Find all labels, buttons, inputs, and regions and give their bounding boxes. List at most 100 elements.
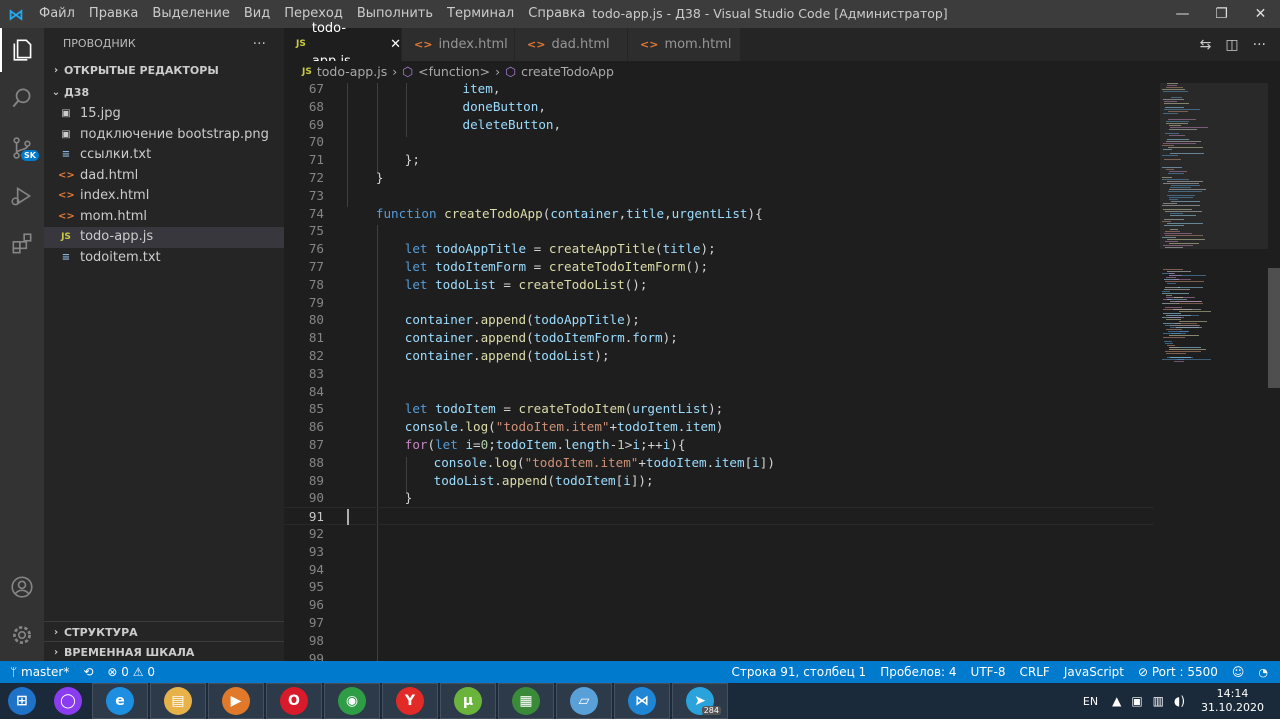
code-line: 88 console.log("todoItem.item"+todoItem.i… — [284, 454, 1154, 472]
line-ending[interactable]: CRLF — [1020, 665, 1050, 679]
html-file-icon: <> — [58, 190, 75, 201]
file-item[interactable]: ≡ todoitem.txt — [44, 248, 284, 269]
taskbar-utorrent[interactable]: µ — [440, 683, 496, 719]
cursor-position[interactable]: Строка 91, столбец 1 — [732, 665, 867, 679]
volume-icon[interactable]: ◖) — [1174, 694, 1185, 708]
taskbar-internet-explorer[interactable]: e — [92, 683, 148, 719]
taskbar-alice[interactable]: ◯ — [46, 683, 90, 719]
file-item[interactable]: ▣ подключение bootstrap.png — [44, 125, 284, 146]
js-file-icon: JS — [61, 232, 71, 242]
taskbar-file-explorer[interactable]: ▤ — [150, 683, 206, 719]
taskbar-vscode[interactable]: ⋈ — [614, 683, 670, 719]
taskbar-media-player[interactable]: ▶ — [208, 683, 264, 719]
start-icon: ⊞ — [8, 687, 36, 715]
clock[interactable]: 14:14 31.10.2020 — [1201, 687, 1264, 715]
folder-section[interactable]: ⌄ Д38 — [44, 82, 284, 104]
code-token: title — [662, 241, 701, 257]
code-token: } — [375, 170, 384, 185]
breadcrumb-file[interactable]: todo-app.js — [317, 61, 387, 83]
editor-actions: ⇆ ◫ ··· — [1200, 28, 1266, 61]
menu-item[interactable]: Выделение — [145, 0, 236, 28]
code-token: i — [623, 472, 631, 488]
code-token: log — [465, 419, 489, 435]
tab-todo-app-js[interactable]: JStodo-app.js✕ — [284, 21, 402, 69]
js-file-icon: JS — [302, 67, 312, 77]
file-item[interactable]: JS todo-app.js — [44, 227, 284, 248]
close-window-button[interactable]: ✕ — [1241, 0, 1280, 28]
network-icon[interactable]: ▥ — [1153, 694, 1164, 708]
line-number: 80 — [308, 312, 324, 328]
menu-item[interactable]: Файл — [32, 0, 82, 28]
file-item[interactable]: <> dad.html — [44, 166, 284, 187]
taskbar-opera[interactable]: O — [266, 683, 322, 719]
taskbar-notepad[interactable]: ▱ — [556, 683, 612, 719]
editor-tabs: JStodo-app.js✕ <> index.html <> dad.html <> mo… — [284, 21, 1280, 69]
tab-index-html[interactable]: <> index.html — [402, 28, 515, 61]
taskbar-start[interactable]: ⊞ — [0, 683, 44, 719]
code-token: append — [501, 472, 548, 488]
file-item[interactable]: ≡ ссылки.txt — [44, 145, 284, 166]
menu-item[interactable]: Вид — [237, 0, 277, 28]
code-token: item — [714, 454, 745, 470]
explorer-sidebar: ПРОВОДНИК ··· › ОТКРЫТЫЕ РЕДАКТОРЫ ⌄ Д38… — [44, 28, 284, 661]
breadcrumb-function[interactable]: <function> — [418, 61, 490, 83]
minimap-viewport[interactable] — [1160, 83, 1268, 249]
open-editors-section[interactable]: › ОТКРЫТЫЕ РЕДАКТОРЫ — [44, 60, 284, 82]
tab-mom-html[interactable]: <> mom.html — [628, 28, 741, 61]
scrollbar-thumb[interactable] — [1268, 268, 1280, 388]
status-bar: ᛘ master* ⟲ ⊗ 0 ⚠ 0 Строка 91, столбец 1… — [0, 661, 1280, 683]
source-control-icon[interactable]: SK — [0, 126, 44, 170]
extensions-icon[interactable] — [0, 222, 44, 266]
code-token: i — [752, 454, 760, 470]
branch-indicator[interactable]: ᛘ master* — [10, 665, 69, 679]
file-item[interactable]: <> mom.html — [44, 207, 284, 228]
action-center-icon[interactable]: ▣ — [1131, 694, 1142, 708]
show-hidden-icons-icon[interactable]: ▲ — [1112, 694, 1121, 708]
notifications-bell-icon[interactable]: ◔ — [1258, 666, 1268, 679]
more-actions-button[interactable]: ··· — [253, 28, 266, 60]
feedback-icon[interactable]: ☺ — [1232, 665, 1245, 679]
sync-icon[interactable]: ⟲ — [83, 665, 93, 679]
minimap[interactable] — [1160, 83, 1268, 661]
tab-dad-html[interactable]: <> dad.html — [515, 28, 628, 61]
code-editor[interactable]: 67 item, 68 doneButton, 69 deleteButton, 70 71}… — [284, 83, 1280, 661]
taskbar-task-manager[interactable]: ▦ — [498, 683, 554, 719]
minimap-line — [1170, 347, 1179, 349]
open-changes-icon[interactable]: ⇆ — [1200, 37, 1212, 53]
line-number: 76 — [308, 241, 324, 257]
restore-button[interactable]: ❐ — [1202, 0, 1241, 28]
manage-gear-icon[interactable] — [0, 613, 44, 657]
more-editor-actions-button[interactable]: ··· — [1253, 37, 1266, 53]
file-item[interactable]: <> index.html — [44, 186, 284, 207]
language-mode[interactable]: JavaScript — [1064, 665, 1124, 679]
account-icon[interactable] — [0, 565, 44, 609]
menu-item[interactable]: Правка — [82, 0, 145, 28]
taskbar-yandex[interactable]: Y — [382, 683, 438, 719]
minimize-button[interactable]: — — [1163, 0, 1202, 28]
tab-label: index.html — [438, 37, 508, 52]
files-icon[interactable] — [0, 28, 44, 72]
line-number: 97 — [308, 615, 324, 630]
file-name: mom.html — [80, 208, 148, 224]
split-editor-icon[interactable]: ◫ — [1225, 37, 1238, 53]
activity-bar: SK — [0, 28, 44, 661]
search-icon[interactable] — [0, 76, 44, 120]
code-token: todoItem — [435, 401, 496, 417]
taskbar-telegram[interactable]: ➤ 284 — [672, 683, 728, 719]
problems-indicator[interactable]: ⊗ 0 ⚠ 0 — [107, 665, 155, 679]
txt-file-icon: ≡ — [61, 251, 71, 263]
code-token: console — [404, 419, 458, 435]
taskbar-chrome[interactable]: ◉ — [324, 683, 380, 719]
file-item[interactable]: ▣ 15.jpg — [44, 104, 284, 125]
input-language[interactable]: EN — [1083, 695, 1098, 708]
code-token: (); — [685, 259, 709, 274]
live-server-port[interactable]: ⊘ Port : 5500 — [1138, 665, 1218, 679]
run-debug-icon[interactable] — [0, 174, 44, 218]
menu-item[interactable]: Терминал — [440, 0, 521, 28]
encoding[interactable]: UTF-8 — [971, 665, 1006, 679]
code-text: } — [405, 489, 413, 507]
indentation[interactable]: Пробелов: 4 — [880, 665, 956, 679]
code-line: 96 — [284, 596, 1154, 614]
breadcrumb-symbol[interactable]: createTodoApp — [521, 61, 614, 83]
close-tab-icon[interactable]: ✕ — [390, 28, 401, 61]
